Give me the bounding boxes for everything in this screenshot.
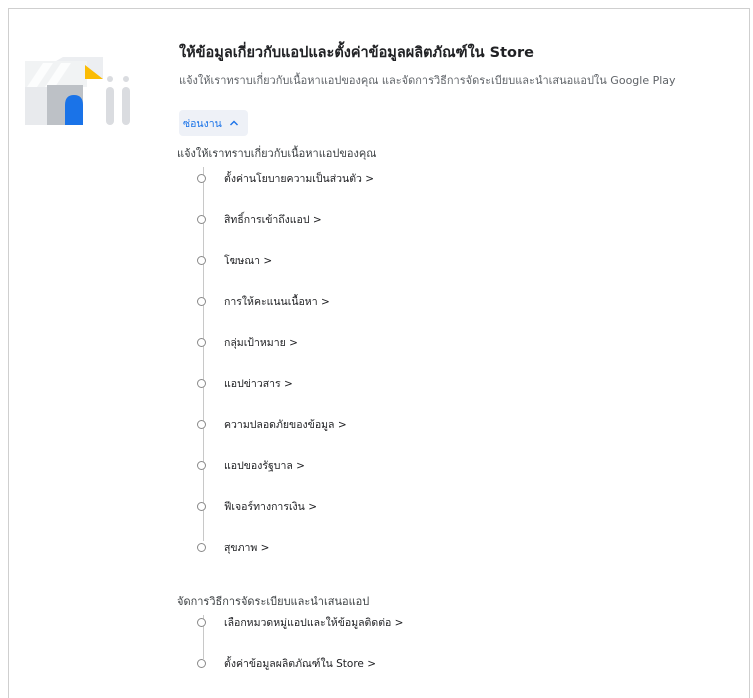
step-dot-icon — [197, 378, 206, 388]
step-dot-icon — [197, 419, 206, 429]
page-title: ให้ข้อมูลเกี่ยวกับแอปและตั้งค่าข้อมูลผลิ… — [179, 45, 534, 61]
task-link-privacy-policy[interactable]: ตั้งค่านโยบายความเป็นส่วนตัว > — [224, 170, 374, 187]
task-link-news-app[interactable]: แอปข่าวสาร > — [224, 375, 293, 392]
step-dot-icon — [197, 658, 206, 668]
task-link-category-contact[interactable]: เลือกหมวดหมู่แอปและให้ข้อมูลติดต่อ > — [224, 614, 403, 631]
step-dot-icon — [197, 337, 206, 347]
setup-card: ให้ข้อมูลเกี่ยวกับแอปและตั้งค่าข้อมูลผลิ… — [8, 8, 750, 698]
task-link-store-listing[interactable]: ตั้งค่าข้อมูลผลิตภัณฑ์ใน Store > — [224, 655, 376, 672]
task-item: เลือกหมวดหมู่แอปและให้ข้อมูลติดต่อ > — [197, 613, 403, 631]
task-link-content-rating[interactable]: การให้คะแนนเนื้อหา > — [224, 293, 330, 310]
task-item: สิทธิ์การเข้าถึงแอป > — [197, 210, 322, 228]
task-item: แอปของรัฐบาล > — [197, 456, 305, 474]
step-dot-icon — [197, 460, 206, 470]
task-item: การให้คะแนนเนื้อหา > — [197, 292, 330, 310]
store-illustration — [25, 57, 130, 125]
task-item: สุขภาพ > — [197, 538, 269, 556]
section-heading-presentation: จัดการวิธีการจัดระเบียบและนำเสนอแอป — [177, 595, 370, 608]
task-item: โฆษณา > — [197, 251, 272, 269]
step-dot-icon — [197, 617, 206, 627]
chevron-up-icon — [229, 120, 238, 126]
step-dot-icon — [197, 501, 206, 511]
task-link-target-audience[interactable]: กลุ่มเป้าหมาย > — [224, 334, 298, 351]
task-item: ตั้งค่าข้อมูลผลิตภัณฑ์ใน Store > — [197, 654, 376, 672]
task-link-ads[interactable]: โฆษณา > — [224, 252, 272, 269]
step-dot-icon — [197, 296, 206, 306]
hide-tasks-label: ซ่อนงาน — [183, 117, 222, 130]
task-item: แอปข่าวสาร > — [197, 374, 293, 392]
task-link-financial-features[interactable]: ฟีเจอร์ทางการเงิน > — [224, 498, 317, 515]
page-subtitle: แจ้งให้เราทราบเกี่ยวกับเนื้อหาแอปของคุณ … — [179, 74, 676, 87]
task-item: ตั้งค่านโยบายความเป็นส่วนตัว > — [197, 169, 374, 187]
step-dot-icon — [197, 214, 206, 224]
hide-tasks-toggle[interactable]: ซ่อนงาน — [179, 110, 248, 136]
task-link-app-access[interactable]: สิทธิ์การเข้าถึงแอป > — [224, 211, 322, 228]
section-heading-content: แจ้งให้เราทราบเกี่ยวกับเนื้อหาแอปของคุณ — [177, 147, 377, 160]
task-link-health[interactable]: สุขภาพ > — [224, 539, 269, 556]
task-link-government-app[interactable]: แอปของรัฐบาล > — [224, 457, 305, 474]
step-dot-icon — [197, 542, 206, 552]
step-dot-icon — [197, 173, 206, 183]
task-item: ความปลอดภัยของข้อมูล > — [197, 415, 347, 433]
step-dot-icon — [197, 255, 206, 265]
task-item: ฟีเจอร์ทางการเงิน > — [197, 497, 317, 515]
task-link-data-safety[interactable]: ความปลอดภัยของข้อมูล > — [224, 416, 347, 433]
task-item: กลุ่มเป้าหมาย > — [197, 333, 298, 351]
